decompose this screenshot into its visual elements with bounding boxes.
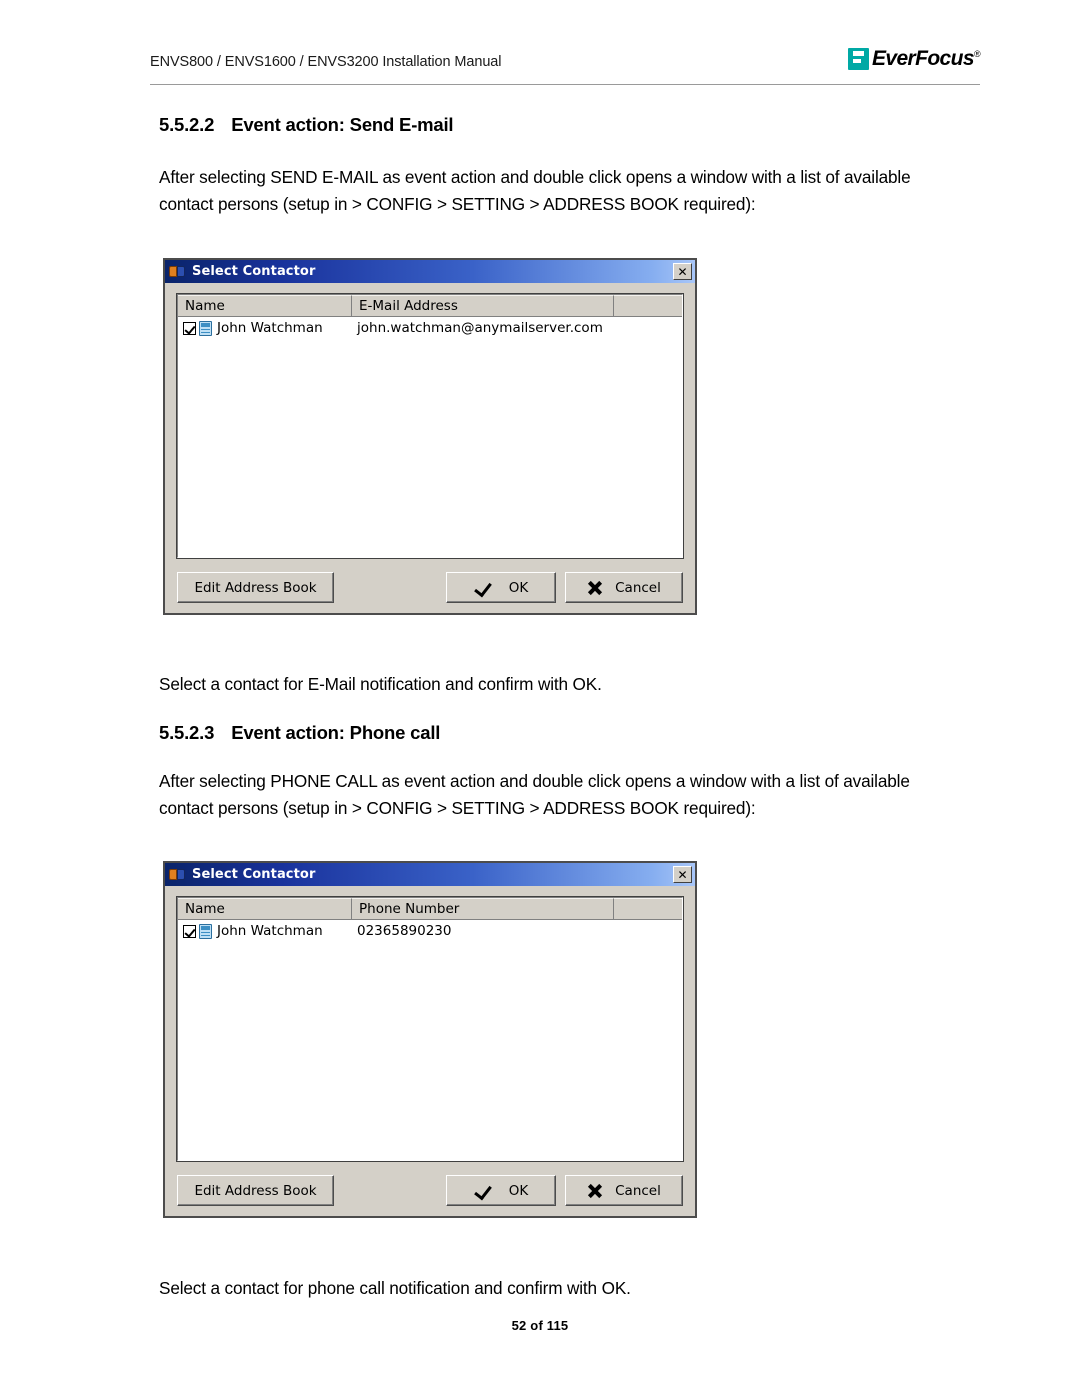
check-icon (474, 580, 491, 595)
contact-phone: 02365890230 (357, 923, 452, 939)
dialog-title: Select Contactor (192, 867, 316, 882)
close-icon[interactable]: ✕ (673, 866, 692, 883)
select-contactor-dialog-phone[interactable]: Select Contactor ✕ Name Phone Number Joh… (163, 861, 697, 1218)
registered-trademark-icon: ® (973, 49, 981, 59)
column-header-extra[interactable] (614, 898, 682, 919)
page-running-header: ENVS800 / ENVS1600 / ENVS3200 Installati… (150, 47, 981, 82)
everfocus-wordmark: EverFocus® (871, 47, 981, 71)
column-header-name[interactable]: Name (178, 295, 352, 316)
edit-address-book-button[interactable]: Edit Address Book (177, 1175, 334, 1206)
document-page: ENVS800 / ENVS1600 / ENVS3200 Installati… (0, 0, 1080, 1397)
section-paragraph-1: After selecting SEND E-MAIL as event act… (159, 167, 911, 214)
listbox-rows: John Watchman 02365890230 (178, 920, 682, 942)
contact-listbox[interactable]: Name Phone Number John Watchman 02365890… (176, 896, 684, 1162)
cancel-button-label: Cancel (615, 579, 661, 596)
ok-button[interactable]: OK (446, 572, 556, 603)
page-footer: 52 of 115 (511, 1318, 569, 1333)
table-row[interactable]: John Watchman john.watchman@anymailserve… (178, 317, 682, 339)
row-checkbox[interactable] (183, 924, 196, 938)
column-header-name[interactable]: Name (178, 898, 352, 919)
contact-card-icon (199, 320, 212, 336)
row-name-cell: John Watchman (183, 320, 352, 336)
dialog-body: Name E-Mail Address John Watchman john.w… (165, 283, 695, 613)
section-title-2: Event action: Phone call (231, 722, 441, 743)
row-checkbox[interactable] (183, 321, 196, 335)
cross-icon (587, 580, 603, 595)
everfocus-wordmark-text: EverFocus (871, 47, 975, 70)
cancel-button-label: Cancel (615, 1182, 661, 1199)
section-number-1: 5.5.2.2 (159, 114, 215, 135)
section-number-2: 5.5.2.3 (159, 722, 215, 743)
dialog-button-row: Edit Address Book OK Cancel (177, 572, 683, 603)
contact-book-icon (169, 867, 186, 882)
dialog-body: Name Phone Number John Watchman 02365890… (165, 886, 695, 1216)
row-name-cell: John Watchman (183, 923, 352, 939)
ok-button-label: OK (508, 579, 529, 596)
column-header-value[interactable]: Phone Number (352, 898, 614, 919)
contact-listbox[interactable]: Name E-Mail Address John Watchman john.w… (176, 293, 684, 559)
cross-icon (587, 1183, 603, 1198)
cancel-button[interactable]: Cancel (565, 1175, 683, 1206)
column-header-extra[interactable] (614, 295, 682, 316)
column-header-value[interactable]: E-Mail Address (352, 295, 614, 316)
contact-email: john.watchman@anymailserver.com (357, 320, 603, 336)
close-icon[interactable]: ✕ (673, 263, 692, 280)
ok-button[interactable]: OK (446, 1175, 556, 1206)
everfocus-mark-icon (847, 48, 869, 70)
section-caption-1: Select a contact for E-Mail notification… (159, 674, 602, 694)
dialog-titlebar[interactable]: Select Contactor ✕ (165, 260, 695, 283)
dialog-title: Select Contactor (192, 264, 316, 279)
listbox-column-header: Name Phone Number (178, 898, 682, 920)
table-row[interactable]: John Watchman 02365890230 (178, 920, 682, 942)
listbox-rows: John Watchman john.watchman@anymailserve… (178, 317, 682, 339)
dialog-button-row: Edit Address Book OK Cancel (177, 1175, 683, 1206)
everfocus-logo: EverFocus® (847, 47, 981, 71)
header-divider (150, 84, 980, 85)
contact-name: John Watchman (217, 923, 323, 939)
contact-card-icon (199, 923, 212, 939)
dialog-titlebar[interactable]: Select Contactor ✕ (165, 863, 695, 886)
cancel-button[interactable]: Cancel (565, 572, 683, 603)
contact-name: John Watchman (217, 320, 323, 336)
section-heading-2: 5.5.2.3 Event action: Phone call (159, 722, 440, 744)
manual-title: ENVS800 / ENVS1600 / ENVS3200 Installati… (150, 54, 502, 70)
edit-address-book-button[interactable]: Edit Address Book (177, 572, 334, 603)
section-heading-1: 5.5.2.2 Event action: Send E-mail (159, 114, 454, 136)
section-title-1: Event action: Send E-mail (231, 114, 454, 135)
check-icon (474, 1183, 491, 1198)
section-caption-2: Select a contact for phone call notifica… (159, 1278, 631, 1298)
contact-book-icon (169, 264, 186, 279)
section-paragraph-2: After selecting PHONE CALL as event acti… (159, 771, 910, 818)
select-contactor-dialog-email[interactable]: Select Contactor ✕ Name E-Mail Address J… (163, 258, 697, 615)
listbox-column-header: Name E-Mail Address (178, 295, 682, 317)
ok-button-label: OK (508, 1182, 529, 1199)
